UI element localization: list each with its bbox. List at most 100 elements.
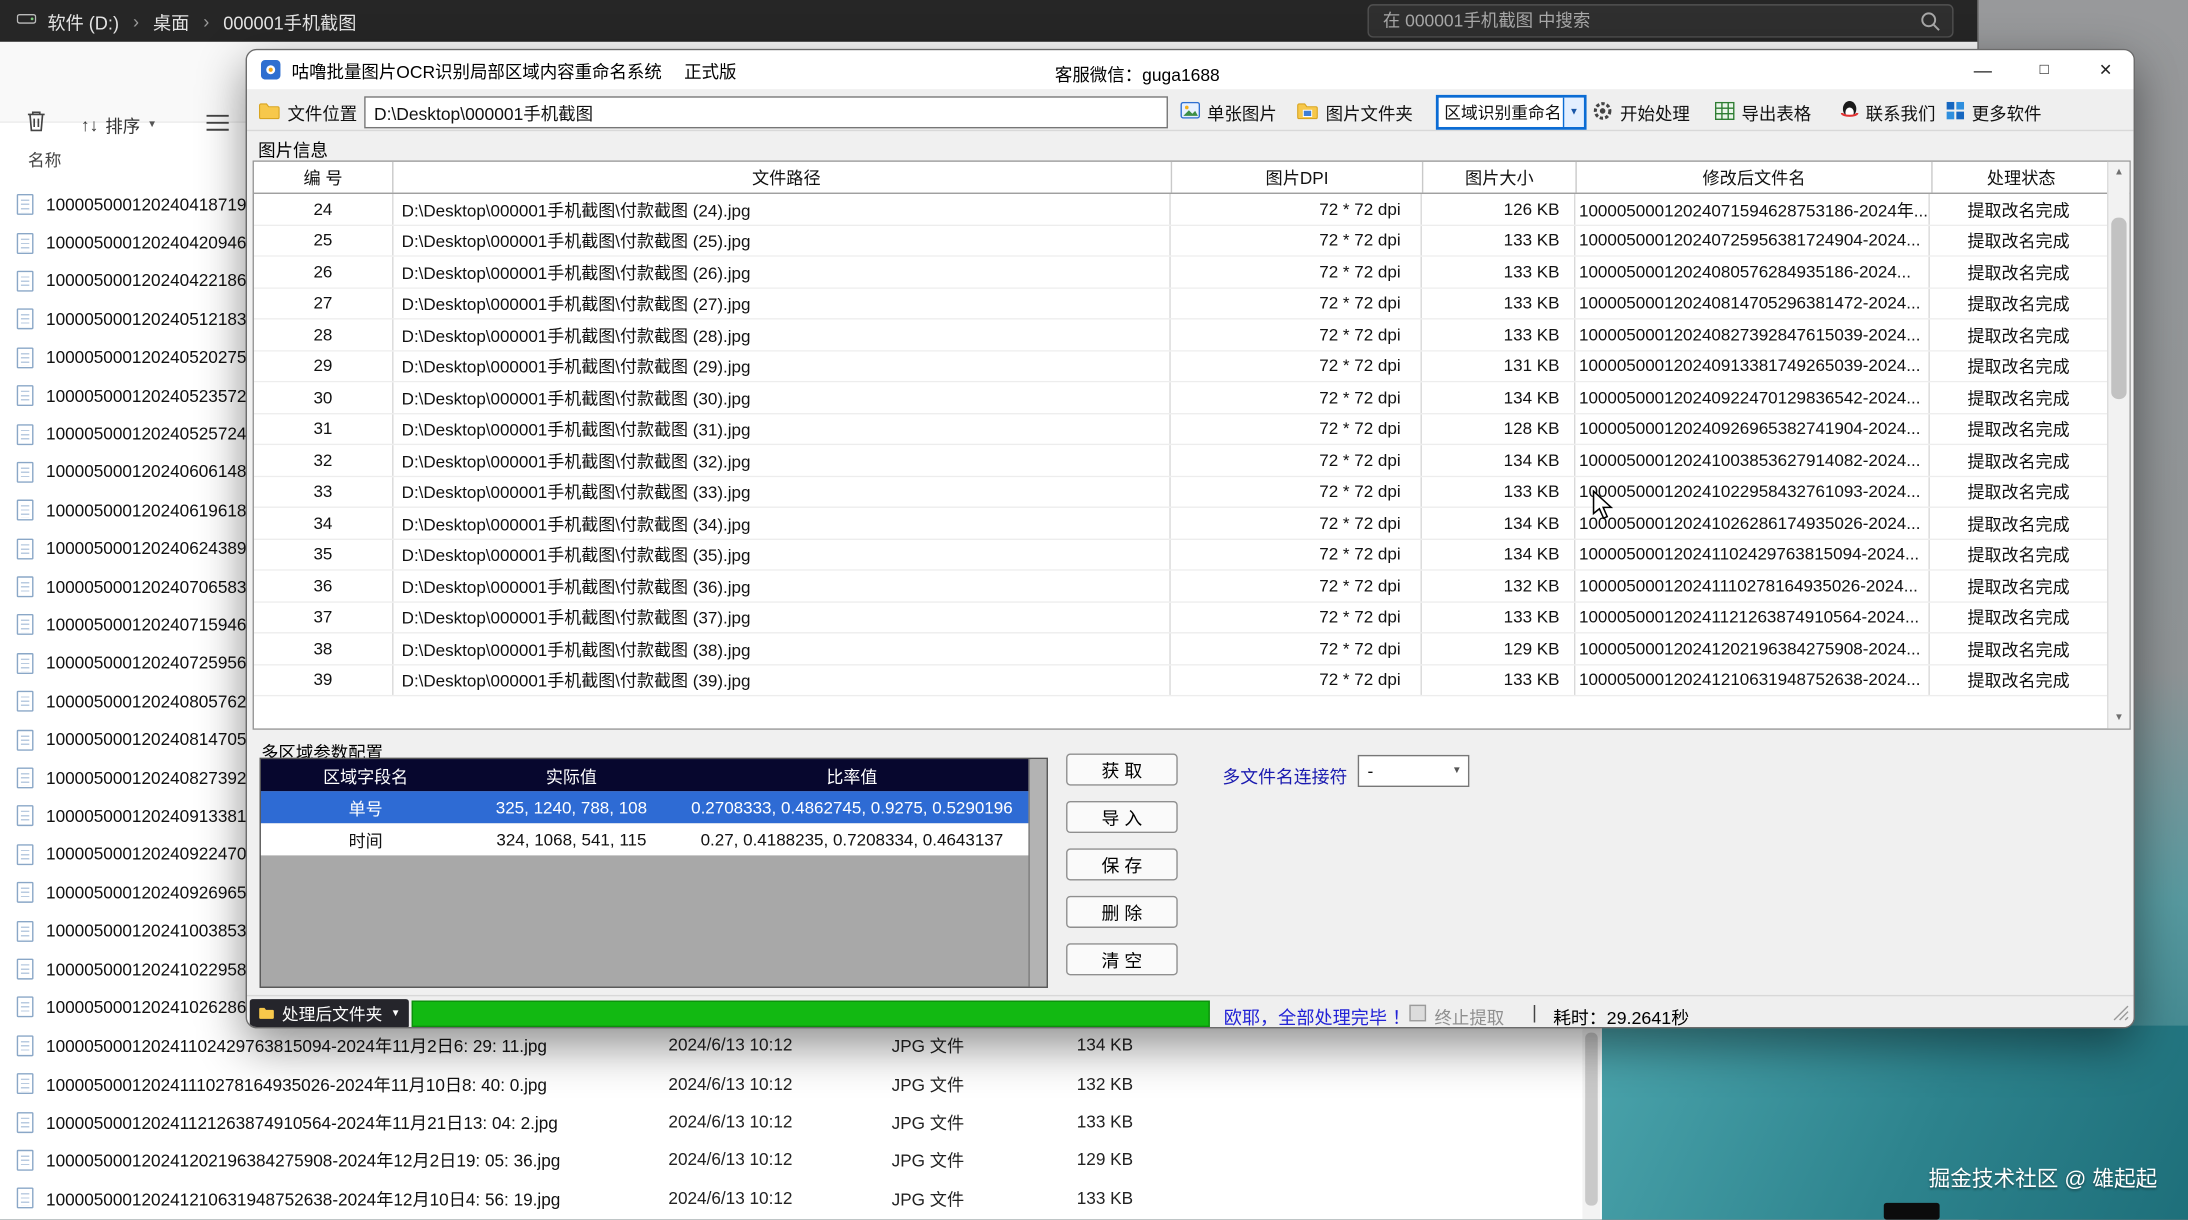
table-row[interactable]: 29 D:\Desktop\000001手机截图\付款截图 (29).jpg 7… <box>254 351 2107 382</box>
cell-dpi: 72 * 72 dpi <box>1171 414 1422 444</box>
table-row[interactable]: 37 D:\Desktop\000001手机截图\付款截图 (37).jpg 7… <box>254 602 2107 633</box>
header-newname[interactable]: 修改后文件名 <box>1577 162 1933 193</box>
start-processing-button[interactable]: 开始处理 <box>1592 99 1690 126</box>
table-scrollbar[interactable]: ▲ ▼ <box>2107 162 2129 729</box>
stop-extract-checkbox[interactable] <box>1409 1005 1426 1022</box>
single-image-button[interactable]: 单张图片 <box>1181 99 1277 126</box>
region-config-scrollbar[interactable] <box>1028 759 1046 986</box>
export-table-button[interactable]: 导出表格 <box>1715 99 1811 126</box>
chevron-down-icon[interactable]: ▼ <box>1563 98 1584 127</box>
cell-status: 提取改名完成 <box>1930 539 2107 569</box>
cell-status: 提取改名完成 <box>1930 320 2107 350</box>
table-row[interactable]: 34 D:\Desktop\000001手机截图\付款截图 (34).jpg 7… <box>254 508 2107 539</box>
connector-select[interactable]: - ▼ <box>1358 755 1470 787</box>
header-status[interactable]: 处理状态 <box>1933 162 2110 193</box>
header-dpi[interactable]: 图片DPI <box>1172 162 1423 193</box>
table-row[interactable]: 32 D:\Desktop\000001手机截图\付款截图 (32).jpg 7… <box>254 445 2107 476</box>
watermark-text: 掘金技术社区 @ 雄起起 <box>1929 1162 2158 1193</box>
start-processing-label: 开始处理 <box>1620 99 1690 126</box>
maximize-button[interactable]: □ <box>2014 50 2075 89</box>
region-row[interactable]: 单号 325, 1240, 788, 108 0.2708333, 0.4862… <box>261 791 1031 823</box>
cell-newname: 100005000120241026286174935026-2024... <box>1575 508 1930 538</box>
header-no[interactable]: 编 号 <box>254 162 394 193</box>
cell-newname: 100005000120240725956381724904-2024... <box>1575 225 1930 255</box>
action-button[interactable]: 清 空 <box>1066 943 1178 975</box>
contact-us-button[interactable]: 联系我们 <box>1841 99 1936 126</box>
table-row[interactable]: 28 D:\Desktop\000001手机截图\付款截图 (28).jpg 7… <box>254 320 2107 351</box>
cell-status: 提取改名完成 <box>1930 445 2107 475</box>
header-size[interactable]: 图片大小 <box>1423 162 1576 193</box>
close-button[interactable]: × <box>2075 50 2135 89</box>
minimize-button[interactable]: — <box>1952 50 2013 89</box>
table-row[interactable]: 39 D:\Desktop\000001手机截图\付款截图 (39).jpg 7… <box>254 665 2107 696</box>
cell-no: 25 <box>254 225 393 255</box>
scroll-down-icon[interactable]: ▼ <box>2108 707 2129 728</box>
more-software-button[interactable]: 更多软件 <box>1947 99 2042 126</box>
search-input[interactable] <box>1369 11 1920 31</box>
file-size: 133 KB <box>1038 1112 1133 1132</box>
breadcrumb-item-folder[interactable]: 000001手机截图 <box>223 8 356 35</box>
table-header-row: 编 号 文件路径 图片DPI 图片大小 修改后文件名 处理状态 <box>254 162 2129 194</box>
contact-us-label: 联系我们 <box>1866 99 1936 126</box>
cell-size: 134 KB <box>1422 539 1575 569</box>
cell-newname: 100005000120241210631948752638-2024... <box>1575 665 1930 695</box>
action-button[interactable]: 获 取 <box>1066 754 1178 786</box>
cell-size: 132 KB <box>1422 571 1575 601</box>
header-path[interactable]: 文件路径 <box>394 162 1173 193</box>
cell-no: 26 <box>254 257 393 287</box>
resize-grip[interactable] <box>2113 1005 2130 1026</box>
list-item[interactable]: 100005000120241121263874910564-2024年11月2… <box>0 1103 1577 1141</box>
stop-extract-label: 终止提取 <box>1434 1003 1504 1028</box>
breadcrumb-item-drive[interactable]: 软件 (D:) <box>47 8 119 35</box>
path-input[interactable] <box>364 96 1168 128</box>
cell-no: 37 <box>254 602 393 632</box>
region-row[interactable]: 时间 324, 1068, 541, 115 0.27, 0.4188235, … <box>261 823 1031 855</box>
file-icon <box>17 271 34 292</box>
support-wechat-label: 客服微信：guga1688 <box>1055 60 1220 87</box>
cell-status: 提取改名完成 <box>1930 508 2107 538</box>
table-row[interactable]: 30 D:\Desktop\000001手机截图\付款截图 (30).jpg 7… <box>254 382 2107 413</box>
action-button[interactable]: 导 入 <box>1066 801 1178 833</box>
folder-small-icon <box>258 1004 275 1024</box>
cell-no: 33 <box>254 477 393 507</box>
scrollbar-thumb[interactable] <box>1585 1033 1598 1206</box>
table-row[interactable]: 33 D:\Desktop\000001手机截图\付款截图 (33).jpg 7… <box>254 477 2107 508</box>
file-icon <box>17 615 34 636</box>
search-icon <box>1920 10 1941 31</box>
header-ratio-value: 比率值 <box>673 759 1032 791</box>
list-item[interactable]: 100005000120241102429763815094-2024年11月2… <box>0 1026 1577 1064</box>
table-row[interactable]: 27 D:\Desktop\000001手机截图\付款截图 (27).jpg 7… <box>254 288 2107 319</box>
list-item[interactable]: 100005000120241210631948752638-2024年12月1… <box>0 1179 1577 1217</box>
table-row[interactable]: 31 D:\Desktop\000001手机截图\付款截图 (31).jpg 7… <box>254 414 2107 445</box>
delete-icon[interactable] <box>25 109 47 137</box>
table-row[interactable]: 24 D:\Desktop\000001手机截图\付款截图 (24).jpg 7… <box>254 194 2107 225</box>
mode-select[interactable]: 区域识别重命名 ▼ <box>1436 95 1587 130</box>
table-row[interactable]: 38 D:\Desktop\000001手机截图\付款截图 (38).jpg 7… <box>254 634 2107 665</box>
explorer-search-box[interactable] <box>1367 4 1953 37</box>
scroll-up-icon[interactable]: ▲ <box>2108 162 2129 183</box>
view-options-icon[interactable] <box>207 114 229 135</box>
cell-newname: 10000500012024080576284935186-2024... <box>1575 257 1930 287</box>
action-button[interactable]: 删 除 <box>1066 896 1178 928</box>
processed-folder-button[interactable]: 处理后文件夹 ▼ <box>250 999 409 1028</box>
connector-label: 多文件名连接符 <box>1222 762 1347 789</box>
sort-button[interactable]: ↑↓ 排序 ▼ <box>81 112 157 139</box>
action-button[interactable]: 保 存 <box>1066 848 1178 880</box>
list-item[interactable]: 100005000120241202196384275908-2024年12月2… <box>0 1141 1577 1179</box>
chevron-down-icon: ▼ <box>391 1009 401 1019</box>
breadcrumb-separator: › <box>130 10 142 31</box>
breadcrumb-item-desktop[interactable]: 桌面 <box>153 8 189 35</box>
table-row[interactable]: 25 D:\Desktop\000001手机截图\付款截图 (25).jpg 7… <box>254 225 2107 256</box>
scrollbar-thumb[interactable] <box>2111 218 2126 399</box>
cell-no: 34 <box>254 508 393 538</box>
column-header-name[interactable]: 名称 <box>28 148 62 172</box>
table-row[interactable]: 35 D:\Desktop\000001手机截图\付款截图 (35).jpg 7… <box>254 539 2107 570</box>
region-config-table: 区域字段名 实际值 比率值 单号 325, 1240, 788, 108 0.2… <box>260 758 1048 988</box>
table-row[interactable]: 36 D:\Desktop\000001手机截图\付款截图 (36).jpg 7… <box>254 571 2107 602</box>
image-folder-button[interactable]: 图片文件夹 <box>1296 99 1413 126</box>
list-item[interactable]: 100005000120241110278164935026-2024年11月1… <box>0 1065 1577 1103</box>
file-icon <box>17 920 34 941</box>
cell-dpi: 72 * 72 dpi <box>1171 445 1422 475</box>
table-row[interactable]: 26 D:\Desktop\000001手机截图\付款截图 (26).jpg 7… <box>254 257 2107 288</box>
file-icon <box>17 538 34 559</box>
